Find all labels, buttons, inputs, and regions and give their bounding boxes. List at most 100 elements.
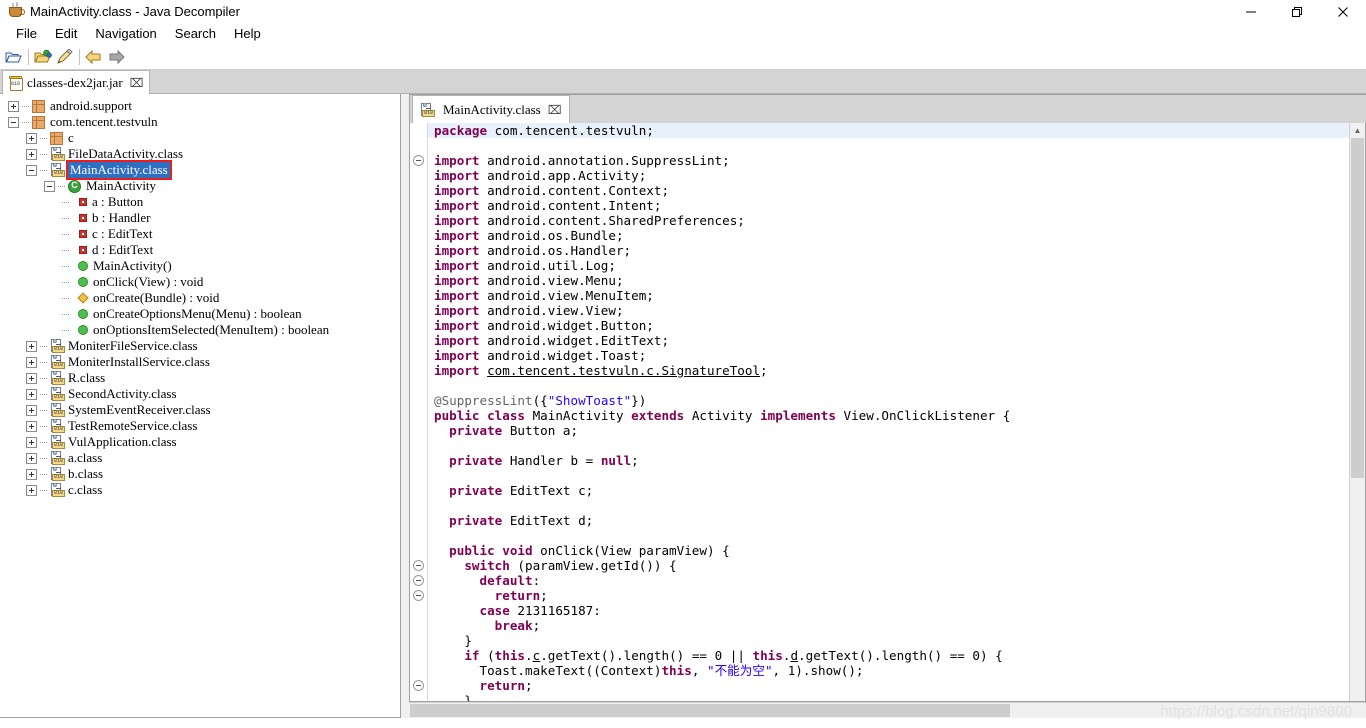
back-arrow-icon[interactable] [83, 47, 105, 67]
menu-item-file[interactable]: File [7, 24, 46, 44]
expand-icon[interactable] [26, 468, 37, 480]
code-token: public class [434, 408, 533, 423]
fold-toggle-icon[interactable] [413, 575, 424, 586]
tree-row[interactable]: onCreateOptionsMenu(Menu) : boolean [0, 306, 400, 322]
tree-row[interactable]: c : EditText [0, 226, 400, 242]
close-icon[interactable]: ⌧ [548, 104, 562, 116]
forward-arrow-icon[interactable] [105, 47, 127, 67]
code-token: import [434, 288, 488, 303]
tree-row[interactable]: c [0, 130, 400, 146]
code-token: return [434, 678, 525, 693]
pane-splitter[interactable] [401, 94, 409, 718]
tree-row[interactable]: MainActivity [0, 178, 400, 194]
expand-icon[interactable] [26, 356, 37, 368]
scrollbar-thumb[interactable] [1351, 138, 1364, 478]
jar-tab-classes-dex2jar[interactable]: 010 classes-dex2jar.jar ⌧ [2, 70, 151, 94]
tree-row[interactable]: d : EditText [0, 242, 400, 258]
menu-item-edit[interactable]: Edit [46, 24, 86, 44]
tree-guide-line [62, 313, 70, 315]
code-line: import android.annotation.SuppressLint; [428, 153, 1349, 168]
close-icon[interactable]: ⌧ [130, 77, 144, 89]
tree-row[interactable]: 010 SystemEventReceiver.class [0, 402, 400, 418]
tree-row[interactable]: b : Handler [0, 210, 400, 226]
fold-toggle-icon[interactable] [413, 590, 424, 601]
tree-row[interactable]: a : Button [0, 194, 400, 210]
tree-row[interactable]: 010 R.class [0, 370, 400, 386]
expand-icon[interactable] [26, 436, 37, 448]
editor-tab-mainactivity[interactable]: 010 MainActivity.class ⌧ [412, 95, 570, 123]
expand-icon[interactable] [26, 132, 37, 144]
fold-toggle-icon[interactable] [413, 680, 424, 691]
tree-row[interactable]: 010 MoniterInstallService.class [0, 354, 400, 370]
maximize-restore-button[interactable] [1274, 0, 1320, 23]
editor-vertical-scrollbar[interactable]: ▲ [1349, 123, 1365, 701]
tree-item-label: MoniterInstallService.class [68, 354, 210, 369]
tree-row[interactable]: 010 c.class [0, 482, 400, 498]
code-token: Handler b = [509, 453, 601, 468]
collapse-icon[interactable] [44, 180, 55, 192]
menu-item-search[interactable]: Search [166, 24, 225, 44]
scroll-up-button[interactable]: ▲ [1350, 123, 1365, 138]
title-bar: MainActivity.class - Java Decompiler [0, 0, 1366, 23]
tree-guide-line [62, 217, 70, 219]
menu-item-help[interactable]: Help [225, 24, 270, 44]
expand-icon[interactable] [8, 100, 19, 112]
expand-icon[interactable] [26, 404, 37, 416]
tree-item-label: SecondActivity.class [68, 386, 177, 401]
expand-icon[interactable] [26, 452, 37, 464]
tree-item-label: b.class [68, 466, 104, 481]
expand-icon[interactable] [26, 420, 37, 432]
editor-horizontal-scrollbar[interactable] [409, 702, 1366, 718]
collapse-icon[interactable] [8, 116, 19, 128]
scrollbar-thumb-horizontal[interactable] [410, 704, 1010, 717]
collapse-icon[interactable] [26, 164, 37, 176]
tree-row[interactable]: onCreate(Bundle) : void [0, 290, 400, 306]
class-file-icon: 010 [50, 483, 66, 497]
code-line: } [428, 633, 1349, 648]
close-button[interactable] [1320, 0, 1366, 23]
tree-row[interactable]: 010 MoniterFileService.class [0, 338, 400, 354]
tree-row[interactable]: onClick(View) : void [0, 274, 400, 290]
tree-row[interactable]: 010 b.class [0, 466, 400, 482]
code-line: import android.content.Intent; [428, 198, 1349, 213]
code-line: import android.view.View; [428, 303, 1349, 318]
save-all-icon[interactable] [54, 47, 76, 67]
fold-toggle-icon[interactable] [413, 560, 424, 571]
tree-row[interactable]: 010 SecondActivity.class [0, 386, 400, 402]
tree-row[interactable]: MainActivity() [0, 258, 400, 274]
expand-icon[interactable] [26, 484, 37, 496]
code-token: MainActivity [532, 408, 632, 423]
expand-icon[interactable] [26, 372, 37, 384]
fold-gutter[interactable] [410, 123, 428, 701]
expand-icon[interactable] [26, 148, 37, 160]
minimize-button[interactable] [1228, 0, 1274, 23]
code-line: case 2131165187: [428, 603, 1349, 618]
open-file-icon[interactable] [32, 47, 54, 67]
tree-row[interactable]: 010 VulApplication.class [0, 434, 400, 450]
code-line: } [428, 693, 1349, 701]
tree-guide-line [40, 489, 48, 491]
jar-icon: 010 [9, 75, 23, 91]
tree-row[interactable]: 010 MainActivity.class [0, 160, 400, 180]
expand-icon[interactable] [26, 388, 37, 400]
code-token: public void [434, 543, 541, 558]
tree-row[interactable]: 010 a.class [0, 450, 400, 466]
fold-toggle-icon[interactable] [413, 155, 424, 166]
tree-row[interactable]: onOptionsItemSelected(MenuItem) : boolea… [0, 322, 400, 338]
menu-item-navigation[interactable]: Navigation [86, 24, 165, 44]
tree-row[interactable]: 010 TestRemoteService.class [0, 418, 400, 434]
code-viewport[interactable]: package com.tencent.testvuln; import and… [428, 123, 1349, 701]
expand-icon[interactable] [26, 340, 37, 352]
tree-row[interactable]: android.support [0, 98, 400, 114]
open-type-icon[interactable] [3, 47, 25, 67]
tree-row[interactable]: com.tencent.testvuln [0, 114, 400, 130]
code-line: private Button a; [428, 423, 1349, 438]
tree-guide-line [62, 297, 70, 299]
package-explorer-tree[interactable]: android.support com.tencent.testvuln c 010 F… [0, 94, 401, 718]
tree-item-label: onOptionsItemSelected(MenuItem) : boolea… [93, 322, 330, 337]
tree-row[interactable]: 010 FileDataActivity.class [0, 146, 400, 162]
package-icon [32, 99, 45, 113]
code-token: import [434, 363, 488, 378]
window-title: MainActivity.class - Java Decompiler [30, 4, 240, 19]
